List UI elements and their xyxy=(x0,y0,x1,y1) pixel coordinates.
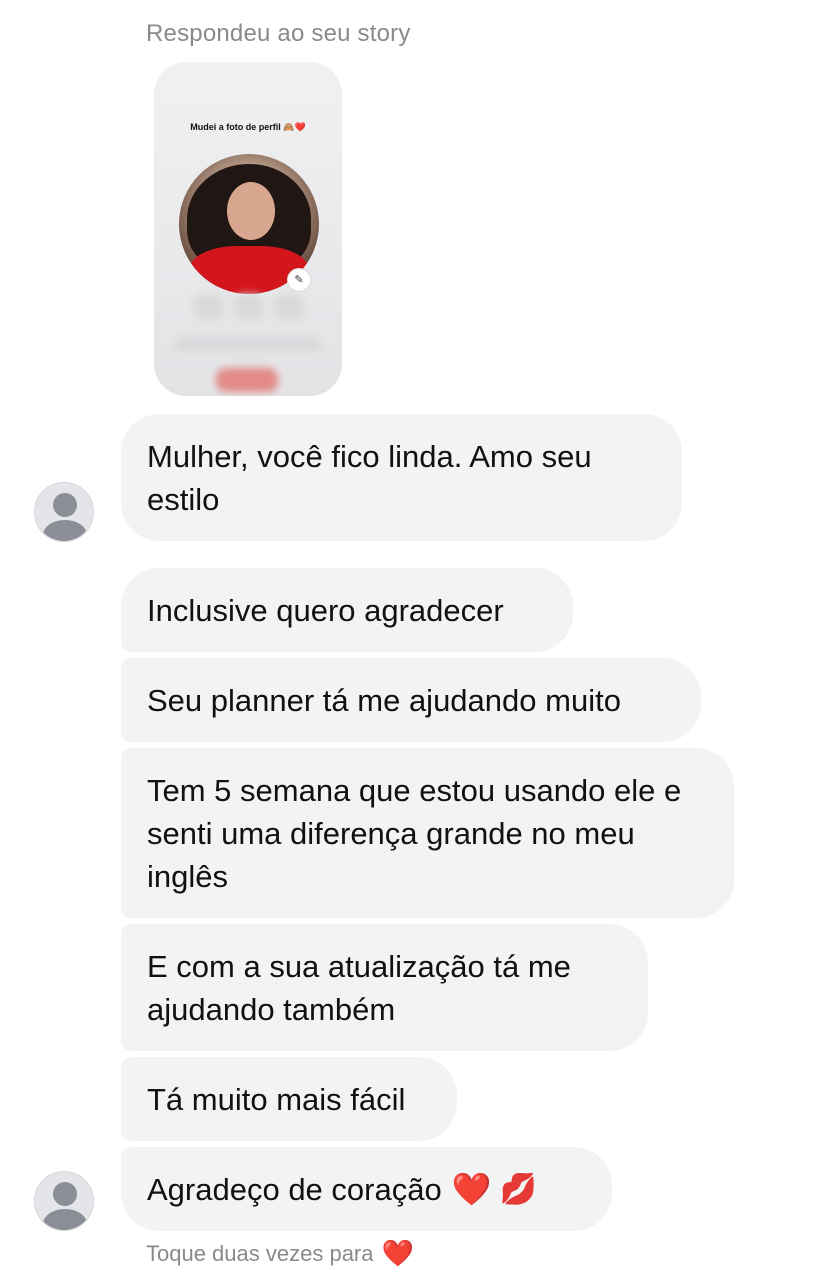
story-blurred-button xyxy=(216,368,278,392)
message-text: Tá muito mais fácil xyxy=(147,1081,406,1117)
story-caption: Mudei a foto de perfil 🙈❤️ xyxy=(190,122,306,132)
message-text: Mulher, você fico linda. Amo seu estilo xyxy=(147,438,592,517)
story-thumbnail[interactable]: Mudei a foto de perfil 🙈❤️ ✎ xyxy=(154,62,342,396)
message-text: Tem 5 semana que estou usando ele e sent… xyxy=(147,772,682,894)
story-blurred-stat xyxy=(274,294,304,320)
story-blurred-stat xyxy=(194,294,224,320)
pencil-icon: ✎ xyxy=(287,268,311,292)
message-bubble[interactable]: Tá muito mais fácil xyxy=(121,1057,457,1141)
red-heart-emoji: ❤️ xyxy=(451,1170,492,1207)
double-tap-hint: Toque duas vezes para ❤️ xyxy=(146,1238,414,1269)
heart-icon: ❤️ xyxy=(381,1238,414,1268)
message-bubble[interactable]: Tem 5 semana que estou usando ele e sent… xyxy=(121,748,734,918)
message-bubble[interactable]: Inclusive quero agradecer xyxy=(121,568,573,652)
message-text: Agradeço de coração xyxy=(147,1171,442,1207)
message-text: Inclusive quero agradecer xyxy=(147,592,504,628)
sender-avatar[interactable] xyxy=(34,482,94,542)
message-text: E com a sua atualização tá me ajudando t… xyxy=(147,948,571,1027)
message-bubble[interactable]: Seu planner tá me ajudando muito xyxy=(121,658,701,742)
message-bubble[interactable]: E com a sua atualização tá me ajudando t… xyxy=(121,924,648,1051)
message-bubble[interactable]: Agradeço de coração ❤️ 💋 xyxy=(121,1147,612,1231)
story-reply-label: Respondeu ao seu story xyxy=(146,20,411,47)
kiss-mark-emoji: 💋 xyxy=(499,1172,537,1206)
story-blurred-stat xyxy=(234,294,264,320)
hint-text: Toque duas vezes para xyxy=(146,1240,374,1266)
user-silhouette-icon xyxy=(53,1182,77,1206)
message-text: Seu planner tá me ajudando muito xyxy=(147,682,621,718)
story-blurred-text xyxy=(174,337,322,351)
user-silhouette-icon xyxy=(53,493,77,517)
message-bubble[interactable]: Mulher, você fico linda. Amo seu estilo xyxy=(121,414,682,541)
sender-avatar[interactable] xyxy=(34,1171,94,1231)
